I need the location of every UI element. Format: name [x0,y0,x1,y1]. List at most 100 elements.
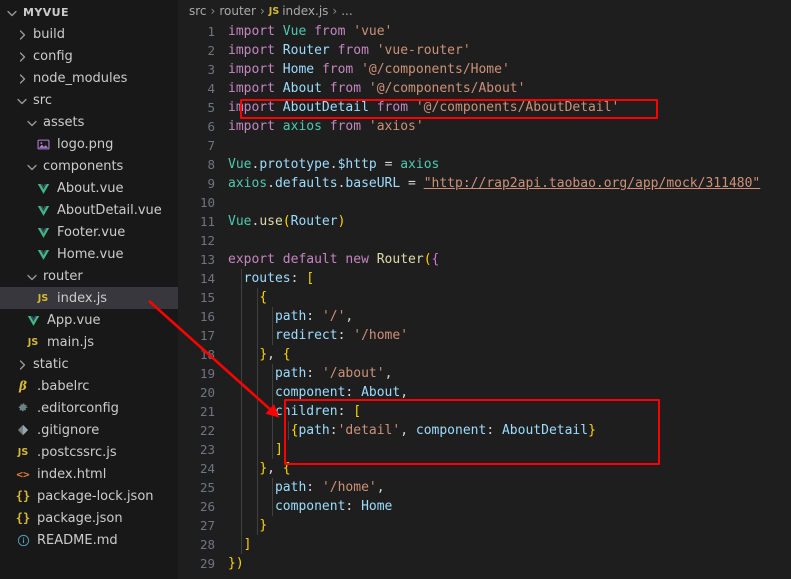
code-line[interactable]: 1 import Vue from 'vue' [186,22,791,41]
sidebar-item-label: .postcssrc.js [37,444,117,460]
sidebar-item-index-js[interactable]: JS index.js [0,287,178,309]
chevron-right-icon[interactable] [14,353,28,375]
code-line[interactable]: 27 } [186,516,791,535]
code-line[interactable]: 4 import About from '@/components/About' [186,79,791,98]
sidebar-item-label: MYVUE [23,5,69,19]
chevron-down-icon[interactable] [24,265,38,287]
line-number: 22 [199,423,215,438]
sidebar-item-logo-png[interactable]: logo.png [0,133,178,155]
code-line-text[interactable]: redirect: '/home' [228,326,408,345]
sidebar-item-footer-vue[interactable]: Footer.vue [0,221,178,243]
sidebar-item-label: config [33,48,73,64]
code-line-text[interactable]: ] [228,440,283,459]
code-line[interactable]: 8 Vue.prototype.$http = axios [186,155,791,174]
sidebar-item-gitignore[interactable]: .gitignore [0,419,178,441]
sidebar-item-main-js[interactable]: JS main.js [0,331,178,353]
sidebar-item-index-html[interactable]: <> index.html [0,463,178,485]
code-line-text[interactable]: }, { [228,345,290,364]
code-line-text[interactable]: path: '/about', [228,364,392,383]
code-line-text[interactable]: { [228,288,267,307]
code-line[interactable]: 7 [186,136,791,155]
code-line-text[interactable]: import axios from 'axios' [228,117,424,136]
code-line[interactable]: 29}) [186,554,791,573]
code-line[interactable]: 17 redirect: '/home' [186,326,791,345]
sidebar-item-build[interactable]: build [0,23,178,45]
chevron-down-icon[interactable] [4,1,18,23]
sidebar-item-label: Home.vue [57,246,124,262]
sidebar-item-components[interactable]: components [0,155,178,177]
breadcrumb-segment-file[interactable]: index.js [282,4,328,18]
indent-guide [272,364,274,459]
code-line[interactable]: 10 [186,193,791,212]
sidebar-item-about-vue[interactable]: About.vue [0,177,178,199]
sidebar-item-node-modules[interactable]: node_modules [0,67,178,89]
chevron-right-icon[interactable] [14,45,28,67]
breadcrumb[interactable]: src › router › JS index.js › ... [186,0,791,22]
code-line[interactable]: 9 axios.defaults.baseURL = "http://rap2ap… [186,174,791,193]
code-line-text[interactable]: axios.defaults.baseURL = "http://rap2api… [228,174,760,193]
code-line[interactable]: 25 path: '/home', [186,478,791,497]
sidebar-item-label: package-lock.json [37,488,154,504]
sidebar-item-myvue[interactable]: MYVUE [0,1,178,23]
sidebar-item-router[interactable]: router [0,265,178,287]
sidebar-item-readme-md[interactable]: README.md [0,529,178,551]
sidebar-item-postcssrc-js[interactable]: JS .postcssrc.js [0,441,178,463]
code-line[interactable]: 16 path: '/', [186,307,791,326]
sidebar-item-package-json[interactable]: {} package.json [0,507,178,529]
chevron-right-icon[interactable] [14,23,28,45]
code-line[interactable]: 6 import axios from 'axios' [186,117,791,136]
code-line[interactable]: 11 Vue.use(Router) [186,212,791,231]
sidebar-item-aboutdetail-vue[interactable]: AboutDetail.vue [0,199,178,221]
code-line[interactable]: 13 export default new Router({ [186,250,791,269]
sidebar-item-editorconfig[interactable]: .editorconfig [0,397,178,419]
code-line[interactable]: 14 routes: [ [186,269,791,288]
code-line-text[interactable]: import About from '@/components/About' [228,79,525,98]
code-line-text[interactable]: path: '/home', [228,478,385,497]
sidebar-item-babelrc[interactable]: β .babelrc [0,375,178,397]
code-line[interactable]: 26 component: Home [186,497,791,516]
sidebar-item-config[interactable]: config [0,45,178,67]
sidebar-item-app-vue[interactable]: App.vue [0,309,178,331]
code-line[interactable]: 3 import Home from '@/components/Home' [186,60,791,79]
code-line-text[interactable]: import Vue from 'vue' [228,22,392,41]
code-line-text[interactable]: Vue.use(Router) [228,212,345,231]
code-line[interactable]: 12 [186,231,791,250]
sidebar-item-src[interactable]: src [0,89,178,111]
chevron-down-icon[interactable] [24,155,38,177]
code-line-text[interactable]: export default new Router({ [228,250,439,269]
code-line-text[interactable]: ] [228,535,252,554]
sidebar-item-home-vue[interactable]: Home.vue [0,243,178,265]
code-line[interactable]: 28 ] [186,535,791,554]
sidebar-item-static[interactable]: static [0,353,178,375]
code-line[interactable]: 2 import Router from 'vue-router' [186,41,791,60]
code-line-text[interactable]: component: Home [228,497,392,516]
code-line-text[interactable]: Vue.prototype.$http = axios [228,155,439,174]
sidebar-item-assets[interactable]: assets [0,111,178,133]
sidebar-editor-divider[interactable] [178,0,186,579]
breadcrumb-segment-src[interactable]: src [189,4,207,18]
code-line-text[interactable]: }, { [228,459,290,478]
breadcrumb-segment-router[interactable]: router [219,4,256,18]
code-line-text[interactable]: }) [228,554,244,573]
file-explorer-sidebar[interactable]: MYVUE build config node_modules src assets log… [0,0,178,579]
json-file-icon: {} [15,511,31,525]
chevron-right-icon[interactable] [14,67,28,89]
code-line-text[interactable]: } [228,516,267,535]
breadcrumb-segment-symbol[interactable]: ... [341,4,352,18]
line-number: 17 [199,328,215,343]
import-aboutdetail-highlight [240,99,658,119]
code-line-text[interactable]: path: '/', [228,307,353,326]
code-line[interactable]: 19 path: '/about', [186,364,791,383]
sidebar-item-label: logo.png [57,136,114,152]
code-line[interactable]: 18 }, { [186,345,791,364]
code-line-text[interactable]: import Home from '@/components/Home' [228,60,510,79]
code-line[interactable]: 15 { [186,288,791,307]
chevron-down-icon[interactable] [14,89,28,111]
sidebar-item-package-lock-json[interactable]: {} package-lock.json [0,485,178,507]
chevron-down-icon[interactable] [24,111,38,133]
code-line-text[interactable]: import Router from 'vue-router' [228,41,471,60]
